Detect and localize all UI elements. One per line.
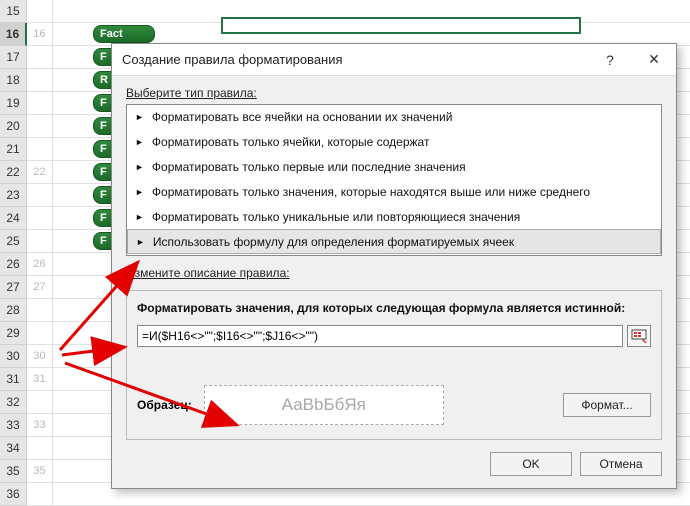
row-index bbox=[27, 299, 53, 322]
row-index bbox=[27, 230, 53, 253]
row-index bbox=[27, 0, 53, 23]
dialog-title: Создание правила форматирования bbox=[122, 52, 588, 67]
row-index bbox=[27, 115, 53, 138]
row-header[interactable]: 22 bbox=[0, 161, 27, 184]
cancel-button[interactable]: Отмена bbox=[580, 452, 662, 476]
row-index: 31 bbox=[27, 368, 53, 391]
row-header[interactable]: 34 bbox=[0, 437, 27, 460]
rule-type-list[interactable]: ► Форматировать все ячейки на основании и… bbox=[126, 104, 662, 256]
row-index bbox=[27, 483, 53, 506]
rule-type-text: Форматировать только первые или последни… bbox=[152, 160, 466, 174]
row-index bbox=[27, 69, 53, 92]
row-index bbox=[27, 46, 53, 69]
select-rule-type-label: Выберите тип правила: bbox=[126, 86, 662, 100]
row-index bbox=[27, 437, 53, 460]
triangle-icon: ► bbox=[136, 237, 145, 247]
ok-button[interactable]: OK bbox=[490, 452, 572, 476]
help-button[interactable]: ? bbox=[588, 44, 632, 76]
edit-description-label: Измените описание правила: bbox=[126, 266, 662, 280]
row-header[interactable]: 36 bbox=[0, 483, 27, 506]
row-index: 30 bbox=[27, 345, 53, 368]
rule-type-text: Форматировать только ячейки, которые сод… bbox=[152, 135, 430, 149]
row-header[interactable]: 20 bbox=[0, 115, 27, 138]
row-index: 35 bbox=[27, 460, 53, 483]
triangle-icon: ► bbox=[135, 212, 144, 222]
triangle-icon: ► bbox=[135, 187, 144, 197]
row-header[interactable]: 24 bbox=[0, 207, 27, 230]
rule-type-text: Использовать формулу для определения фор… bbox=[153, 235, 514, 249]
preview-label: Образец: bbox=[137, 398, 192, 412]
triangle-icon: ► bbox=[135, 112, 144, 122]
row-header[interactable]: 26 bbox=[0, 253, 27, 276]
row-index: 22 bbox=[27, 161, 53, 184]
row-header[interactable]: 29 bbox=[0, 322, 27, 345]
dialog-titlebar[interactable]: Создание правила форматирования ? ✕ bbox=[112, 44, 676, 76]
dialog-footer: OK Отмена bbox=[490, 452, 662, 476]
collapse-dialog-button[interactable] bbox=[627, 325, 651, 347]
row-header[interactable]: 35 bbox=[0, 460, 27, 483]
row-index: 33 bbox=[27, 414, 53, 437]
rule-type-text: Форматировать только значения, которые н… bbox=[152, 185, 590, 199]
row-header[interactable]: 23 bbox=[0, 184, 27, 207]
rule-type-text: Форматировать только уникальные или повт… bbox=[152, 210, 520, 224]
rule-type-item[interactable]: ► Форматировать только уникальные или пов… bbox=[127, 205, 661, 230]
row-index: 27 bbox=[27, 276, 53, 299]
pill-fact[interactable]: Fact bbox=[93, 25, 155, 43]
row-index bbox=[27, 322, 53, 345]
row-header[interactable]: 18 bbox=[0, 69, 27, 92]
row-header[interactable]: 16 bbox=[0, 23, 27, 46]
row-header[interactable]: 30 bbox=[0, 345, 27, 368]
rule-type-item[interactable]: ► Форматировать все ячейки на основании и… bbox=[127, 105, 661, 130]
rule-type-item[interactable]: ► Форматировать только ячейки, которые со… bbox=[127, 130, 661, 155]
rule-type-item[interactable]: ► Форматировать только первые или последн… bbox=[127, 155, 661, 180]
row-header[interactable]: 33 bbox=[0, 414, 27, 437]
rule-description-group: Форматировать значения, для которых след… bbox=[126, 290, 662, 440]
row-index bbox=[27, 391, 53, 414]
row-header[interactable]: 25 bbox=[0, 230, 27, 253]
row-header[interactable]: 19 bbox=[0, 92, 27, 115]
triangle-icon: ► bbox=[135, 162, 144, 172]
row-header[interactable]: 28 bbox=[0, 299, 27, 322]
row-header[interactable]: 21 bbox=[0, 138, 27, 161]
formula-input[interactable] bbox=[137, 325, 623, 347]
rule-type-item[interactable]: ► Использовать формулу для определения фо… bbox=[127, 229, 661, 254]
row-index bbox=[27, 138, 53, 161]
triangle-icon: ► bbox=[135, 137, 144, 147]
row-index bbox=[27, 207, 53, 230]
row-index: 16 bbox=[27, 23, 53, 46]
row-index: 26 bbox=[27, 253, 53, 276]
row-index bbox=[27, 184, 53, 207]
row-index bbox=[27, 92, 53, 115]
formula-caption: Форматировать значения, для которых след… bbox=[137, 301, 651, 315]
format-preview: АаВbБбЯя bbox=[204, 385, 444, 425]
row-header[interactable]: 17 bbox=[0, 46, 27, 69]
row-header[interactable]: 15 bbox=[0, 0, 27, 23]
selected-cell[interactable] bbox=[221, 17, 581, 34]
row-header[interactable]: 27 bbox=[0, 276, 27, 299]
rule-type-item[interactable]: ► Форматировать только значения, которые … bbox=[127, 180, 661, 205]
format-button[interactable]: Формат... bbox=[563, 393, 651, 417]
rule-type-text: Форматировать все ячейки на основании их… bbox=[152, 110, 453, 124]
formatting-rule-dialog: Создание правила форматирования ? ✕ Выбе… bbox=[111, 43, 677, 489]
row-header[interactable]: 32 bbox=[0, 391, 27, 414]
row-header[interactable]: 31 bbox=[0, 368, 27, 391]
range-selector-icon bbox=[631, 329, 647, 343]
close-button[interactable]: ✕ bbox=[632, 44, 676, 76]
